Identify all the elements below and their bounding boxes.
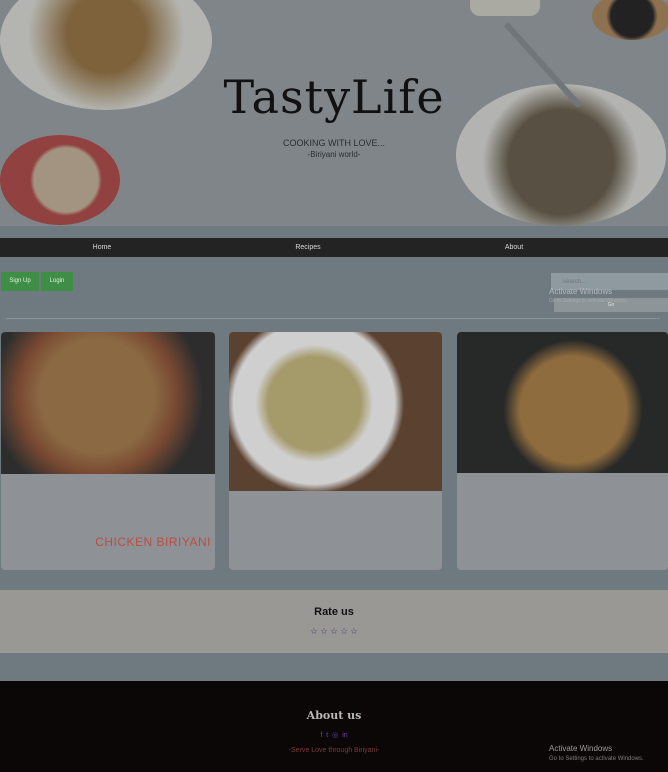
biryani-image	[229, 332, 442, 491]
recipe-card[interactable]	[229, 332, 442, 570]
hero-banner: TastyLife COOKING WITH LOVE... -Biriyani…	[0, 0, 668, 226]
divider	[6, 318, 660, 319]
nav-about[interactable]: About	[505, 238, 523, 257]
star-icon[interactable]: ☆	[339, 626, 349, 637]
star-icon[interactable]: ☆	[329, 626, 339, 637]
twitter-icon[interactable]: t	[326, 732, 328, 739]
login-button[interactable]: Login	[41, 272, 73, 291]
hero-subtagline: -Biriyani world-	[307, 150, 361, 159]
signup-button[interactable]: Sign Up	[1, 272, 39, 291]
nav-recipes[interactable]: Recipes	[295, 238, 320, 257]
biryani-image	[457, 332, 668, 473]
star-rating[interactable]: ☆ ☆ ☆ ☆ ☆	[0, 626, 668, 637]
page: TastyLife COOKING WITH LOVE... -Biriyani…	[0, 0, 668, 772]
watermark-title: Activate Windows	[549, 744, 613, 753]
instagram-icon[interactable]: ◎	[332, 731, 338, 739]
recipe-card[interactable]	[457, 332, 668, 570]
card-title: CHICKEN BIRIYANI	[95, 535, 211, 549]
footer-title: About us	[306, 709, 362, 722]
star-icon[interactable]: ☆	[349, 626, 359, 637]
facebook-icon[interactable]: f	[320, 732, 322, 739]
star-icon[interactable]: ☆	[319, 626, 329, 637]
rating-section: Rate us ☆ ☆ ☆ ☆ ☆	[0, 590, 668, 653]
biryani-image	[1, 332, 215, 474]
rating-title: Rate us	[314, 606, 354, 618]
linkedin-icon[interactable]: in	[342, 732, 347, 739]
site-logo: TastyLife	[223, 70, 445, 124]
social-links: f t ◎ in	[0, 731, 668, 739]
watermark-title: Activate Windows	[549, 287, 613, 296]
recipe-card[interactable]: CHICKEN BIRIYANI	[1, 332, 215, 570]
watermark-subtitle: Go to Settings to activate Windows.	[549, 298, 628, 304]
hero-tagline: COOKING WITH LOVE...	[282, 138, 385, 148]
watermark-subtitle: Go to Settings to activate Windows.	[549, 756, 644, 762]
star-icon[interactable]: ☆	[309, 626, 319, 637]
nav-home[interactable]: Home	[93, 238, 112, 257]
main-navbar: Home Recipes About	[0, 238, 668, 257]
